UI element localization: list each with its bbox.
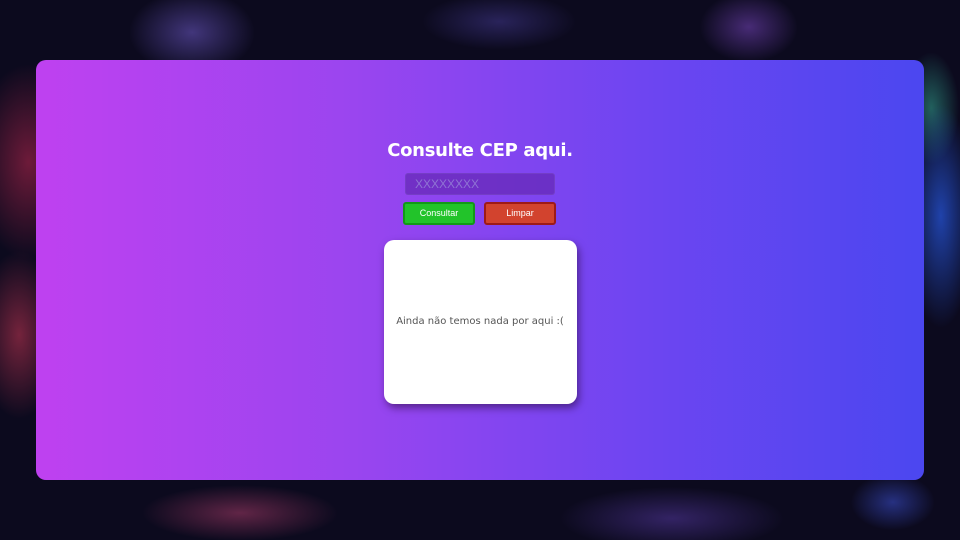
cep-input[interactable] [405,173,555,195]
limpar-button[interactable]: Limpar [484,202,556,225]
consultar-button[interactable]: Consultar [403,202,475,225]
page-title: Consulte CEP aqui. [387,140,573,161]
result-empty-message: Ainda não temos nada por aqui :( [396,316,564,327]
